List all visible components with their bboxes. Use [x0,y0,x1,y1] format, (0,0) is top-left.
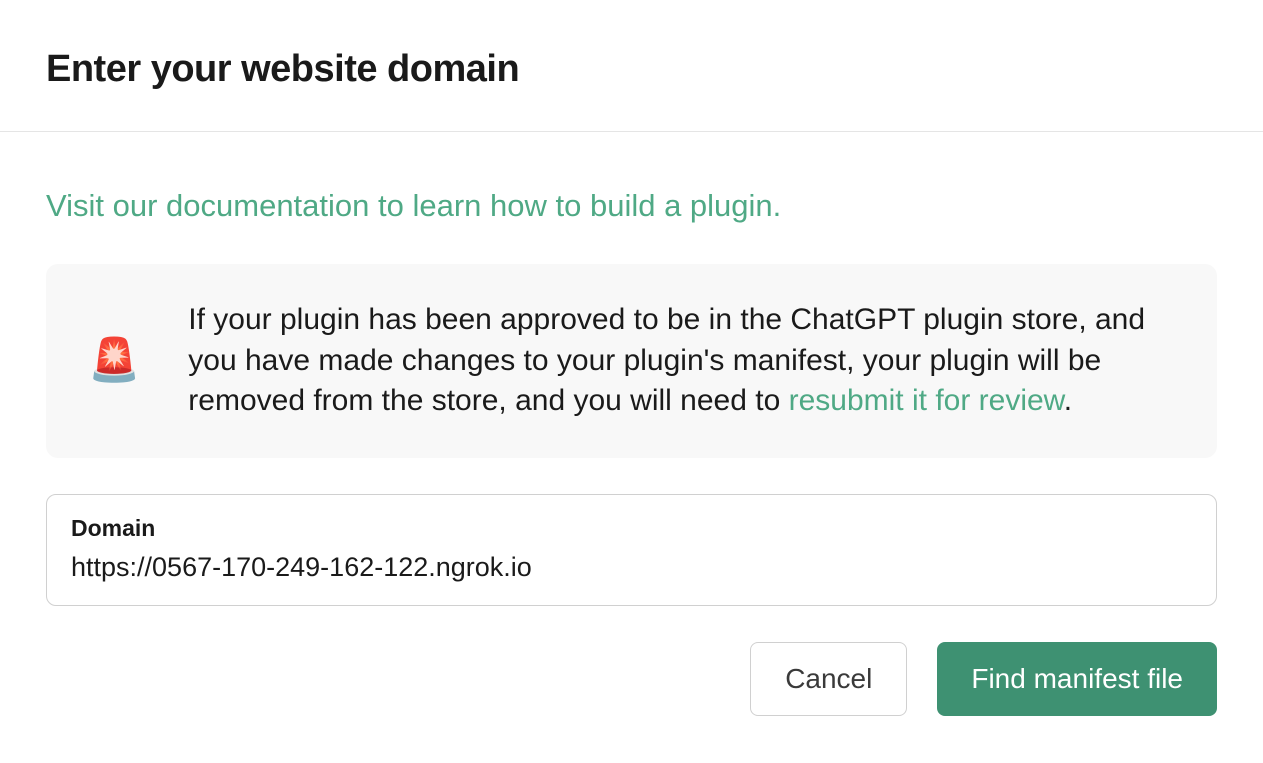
siren-icon: 🚨 [88,336,140,385]
warning-text: If your plugin has been approved to be i… [188,300,1175,422]
warning-box: 🚨 If your plugin has been approved to be… [46,264,1217,458]
modal-header: Enter your website domain [0,0,1263,132]
domain-input[interactable] [71,552,1192,583]
warning-text-after: . [1064,384,1072,417]
find-manifest-button[interactable]: Find manifest file [937,642,1217,716]
modal-content: Visit our documentation to learn how to … [0,132,1263,762]
resubmit-link[interactable]: resubmit it for review [789,384,1064,417]
domain-label: Domain [71,515,1192,542]
enter-domain-modal: Enter your website domain Visit our docu… [0,0,1263,762]
cancel-button[interactable]: Cancel [750,642,907,716]
documentation-link[interactable]: Visit our documentation to learn how to … [46,188,781,224]
action-buttons: Cancel Find manifest file [46,642,1217,716]
modal-title: Enter your website domain [46,48,1217,91]
domain-field-container[interactable]: Domain [46,494,1217,606]
